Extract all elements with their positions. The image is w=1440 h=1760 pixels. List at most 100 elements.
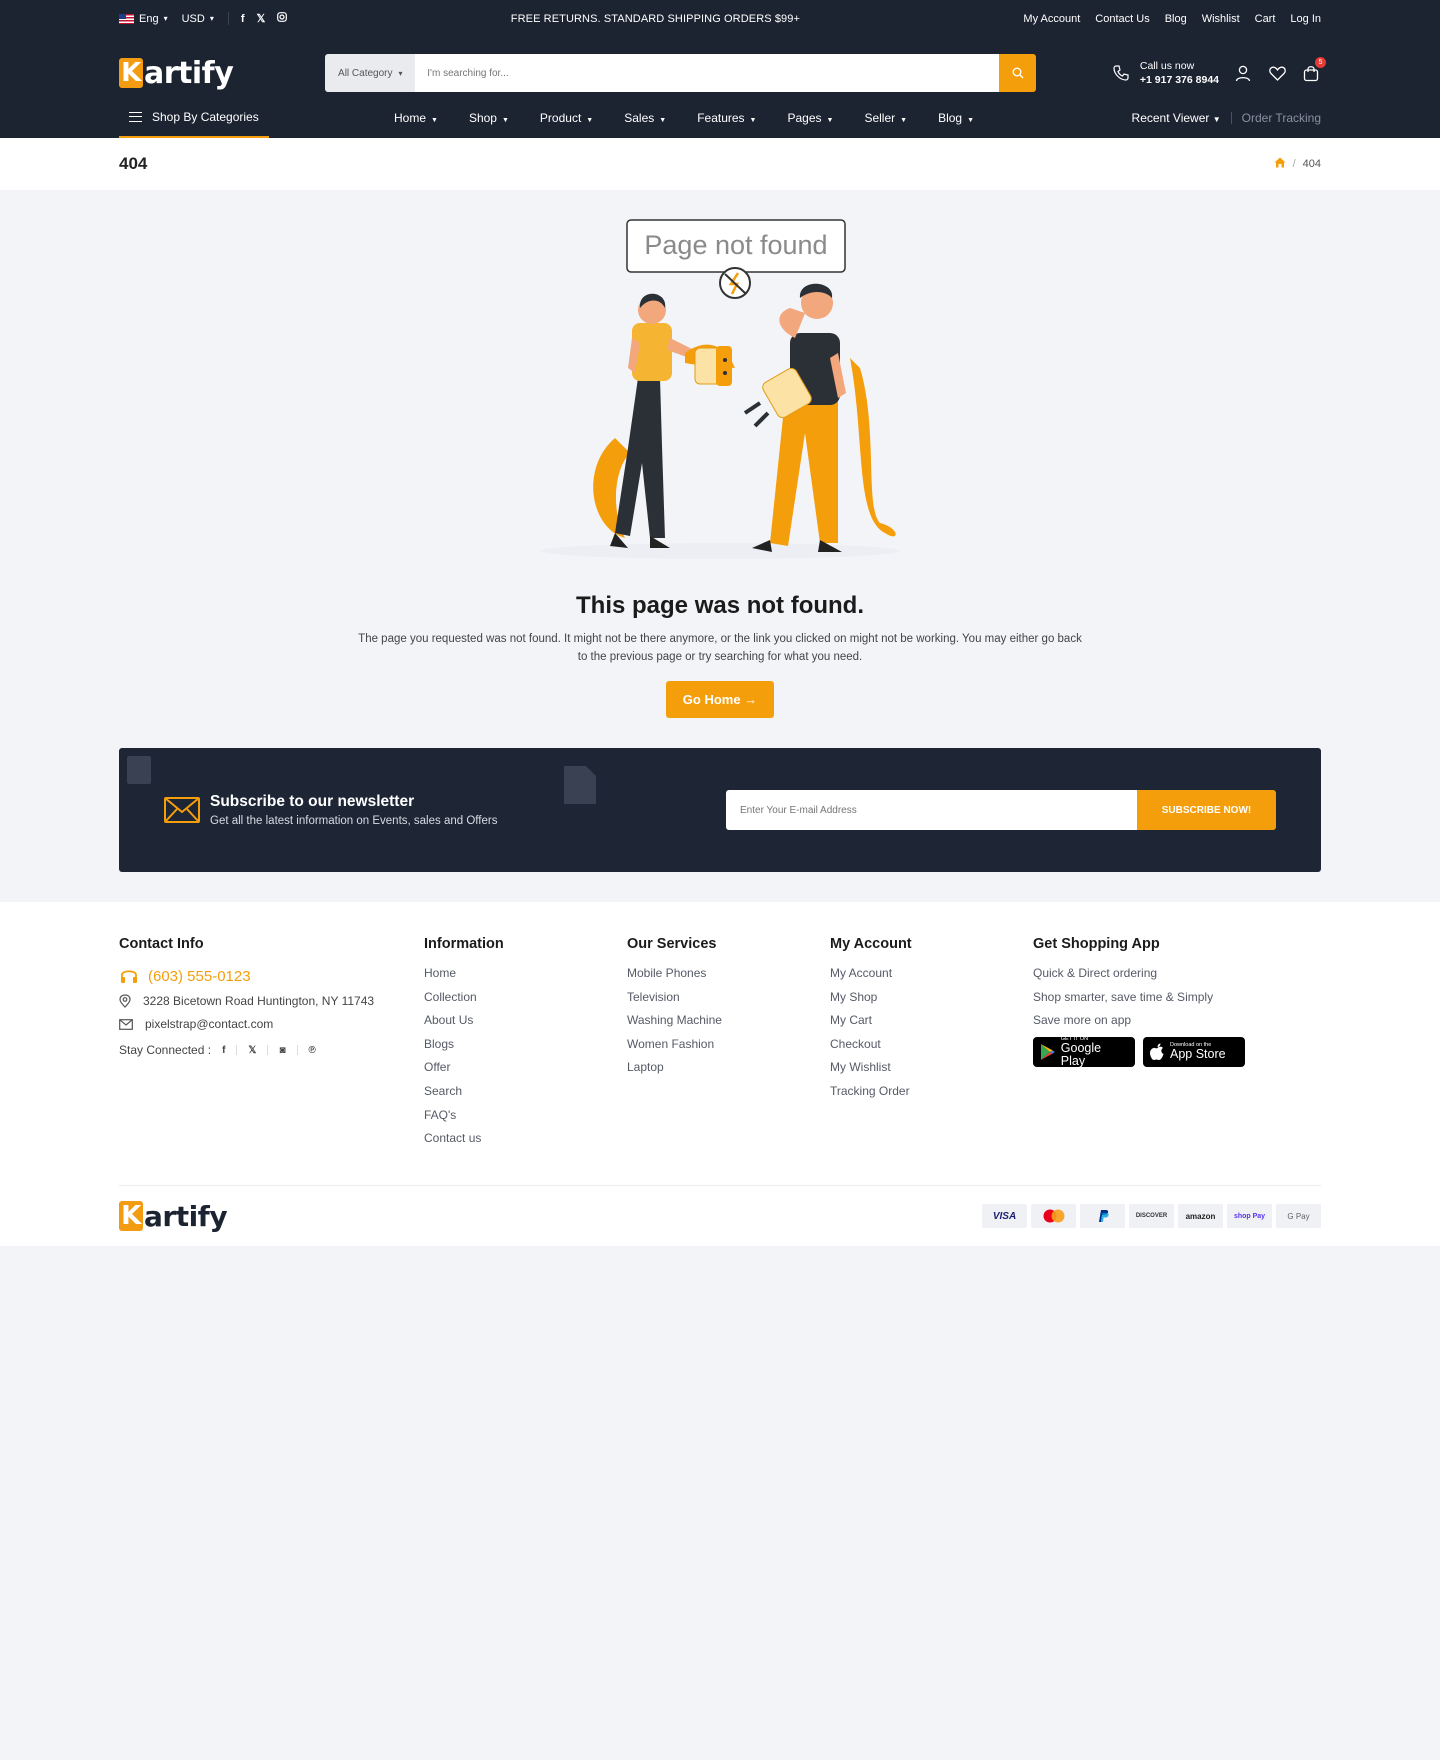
contact-phone[interactable]: (603) 555-0123	[119, 966, 424, 986]
pinterest-icon[interactable]: ℗	[309, 1045, 316, 1056]
newsletter-form: SUBSCRIBE NOW!	[726, 790, 1276, 830]
footer-link[interactable]: Laptop	[627, 1060, 830, 1074]
contact-email[interactable]: pixelstrap@contact.com	[119, 1017, 424, 1031]
amazon-icon: amazon	[1178, 1204, 1223, 1229]
cart-count-badge: 5	[1315, 57, 1326, 68]
email-input[interactable]	[726, 790, 1137, 830]
footer-link[interactable]: Mobile Phones	[627, 966, 830, 980]
x-twitter-icon[interactable]: 𝕏	[248, 1045, 256, 1056]
nav-shop[interactable]: Shop ▼	[469, 111, 509, 125]
footer-link[interactable]: Women Fashion	[627, 1037, 830, 1051]
mail-icon	[119, 1018, 133, 1030]
contact-phone-number: (603) 555-0123	[148, 967, 251, 985]
footer-link[interactable]: FAQ's	[424, 1108, 627, 1122]
top-link-blog[interactable]: Blog	[1165, 13, 1187, 25]
facebook-icon[interactable]: f	[241, 13, 245, 25]
breadcrumb-bar: 404 / 404	[0, 138, 1440, 190]
footer-link[interactable]: My Cart	[830, 1013, 1033, 1027]
cart-icon[interactable]: 5	[1301, 57, 1326, 83]
facebook-icon[interactable]: f	[222, 1045, 225, 1056]
newsletter-title: Subscribe to our newsletter	[210, 793, 415, 810]
logo[interactable]: Kartify	[119, 55, 234, 91]
visa-icon: VISA	[982, 1204, 1027, 1229]
breadcrumb-current: 404	[1302, 158, 1321, 170]
newsletter-subtitle: Get all the latest information on Events…	[210, 815, 498, 827]
footer-link[interactable]: My Wishlist	[830, 1060, 1033, 1074]
app-feature: Save more on app	[1033, 1013, 1132, 1028]
footer-link[interactable]: Offer	[424, 1060, 627, 1074]
instagram-icon[interactable]	[277, 12, 288, 25]
footer-app-column: Get Shopping App Quick & Direct ordering…	[1033, 936, 1321, 1155]
footer-logo[interactable]: Kartify	[119, 1200, 228, 1233]
search-button[interactable]	[999, 54, 1037, 92]
language-select[interactable]: Eng ▾	[119, 13, 168, 25]
top-link-wishlist[interactable]: Wishlist	[1202, 13, 1240, 25]
app-store-big-text: App Store	[1170, 1047, 1226, 1062]
footer-link[interactable]: Collection	[424, 990, 627, 1004]
search-input[interactable]	[415, 54, 1000, 92]
nav-product[interactable]: Product ▼	[540, 111, 593, 125]
nav-blog[interactable]: Blog ▼	[938, 111, 974, 125]
order-tracking-link[interactable]: Order Tracking	[1242, 111, 1321, 125]
nav-seller[interactable]: Seller ▼	[864, 111, 907, 125]
search-icon	[1012, 67, 1024, 79]
nav-label: Sales	[624, 110, 655, 125]
footer-link[interactable]: Washing Machine	[627, 1013, 830, 1027]
google-pay-icon: G Pay	[1276, 1204, 1321, 1229]
top-link-my-account[interactable]: My Account	[1023, 13, 1080, 25]
top-link-cart[interactable]: Cart	[1255, 13, 1276, 25]
footer-link[interactable]: Checkout	[830, 1037, 1033, 1051]
heart-icon[interactable]	[1267, 63, 1287, 83]
currency-select[interactable]: USD ▾	[182, 13, 214, 25]
discover-icon: DISCOVER	[1129, 1204, 1174, 1229]
payment-label: amazon	[1185, 1211, 1216, 1221]
top-link-contact-us[interactable]: Contact Us	[1095, 13, 1149, 25]
recent-viewer-dropdown[interactable]: Recent Viewer ▼	[1132, 111, 1221, 125]
subscribe-button[interactable]: SUBSCRIBE NOW!	[1137, 790, 1276, 830]
footer-link[interactable]: Television	[627, 990, 830, 1004]
chevron-down-icon: ▼	[586, 116, 594, 124]
search-category-select[interactable]: All Category ▾	[325, 54, 416, 92]
information-title: Information	[424, 936, 504, 952]
decorative-shape-icon	[127, 756, 151, 784]
footer-link[interactable]: Tracking Order	[830, 1084, 1033, 1098]
x-twitter-icon[interactable]: 𝕏	[257, 12, 266, 25]
footer-information-column: Information Home Collection About Us Blo…	[424, 936, 627, 1155]
shop-by-categories-button[interactable]: Shop By Categories	[119, 97, 269, 138]
footer: Contact Info (603) 555-0123 3228 Bicetow…	[0, 902, 1440, 1246]
payment-methods: VISA DISCOVER amazon shop Pay G Pay	[982, 1204, 1321, 1229]
nav-pages[interactable]: Pages ▼	[787, 111, 833, 125]
nav-label: Seller	[864, 110, 896, 125]
footer-link[interactable]: Search	[424, 1084, 627, 1098]
chevron-down-icon: ▼	[967, 116, 975, 124]
stay-connected: Stay Connected : f 𝕏 ◙ ℗	[119, 1043, 424, 1057]
nav-sales[interactable]: Sales ▼	[624, 111, 666, 125]
home-icon[interactable]	[1274, 157, 1286, 171]
footer-link[interactable]: Blogs	[424, 1037, 627, 1051]
payment-label: G Pay	[1287, 1211, 1310, 1221]
footer-link[interactable]: About Us	[424, 1013, 627, 1027]
logo-text: artify	[144, 55, 234, 91]
footer-link[interactable]: My Shop	[830, 990, 1033, 1004]
footer-link[interactable]: My Account	[830, 966, 1033, 980]
contact-email-text: pixelstrap@contact.com	[145, 1017, 274, 1031]
nav-features[interactable]: Features ▼	[697, 111, 756, 125]
logo-initial: K	[119, 1201, 143, 1232]
instagram-icon[interactable]: ◙	[279, 1045, 285, 1056]
nav-home[interactable]: Home ▼	[394, 111, 438, 125]
shop-by-categories-label: Shop By Categories	[152, 109, 259, 124]
google-play-button[interactable]: GET IT ON Google Play	[1033, 1036, 1135, 1068]
app-store-button[interactable]: Download on the App Store	[1143, 1036, 1245, 1067]
top-link-login[interactable]: Log In	[1290, 13, 1321, 25]
user-icon[interactable]	[1233, 63, 1253, 83]
nav-label: Blog	[938, 110, 963, 125]
call-us[interactable]: Call us now +1 917 376 8944	[1112, 59, 1219, 87]
chevron-down-icon: ▼	[659, 116, 667, 124]
footer-link[interactable]: Home	[424, 966, 627, 980]
search-bar: All Category ▾	[325, 54, 1037, 92]
promo-text: FREE RETURNS. STANDARD SHIPPING ORDERS $…	[510, 12, 801, 25]
go-home-button[interactable]: Go Home →	[665, 681, 775, 718]
google-play-big-text: Google Play	[1060, 1040, 1102, 1068]
footer-link[interactable]: Contact us	[424, 1131, 627, 1145]
chevron-down-icon: ▼	[749, 116, 757, 124]
